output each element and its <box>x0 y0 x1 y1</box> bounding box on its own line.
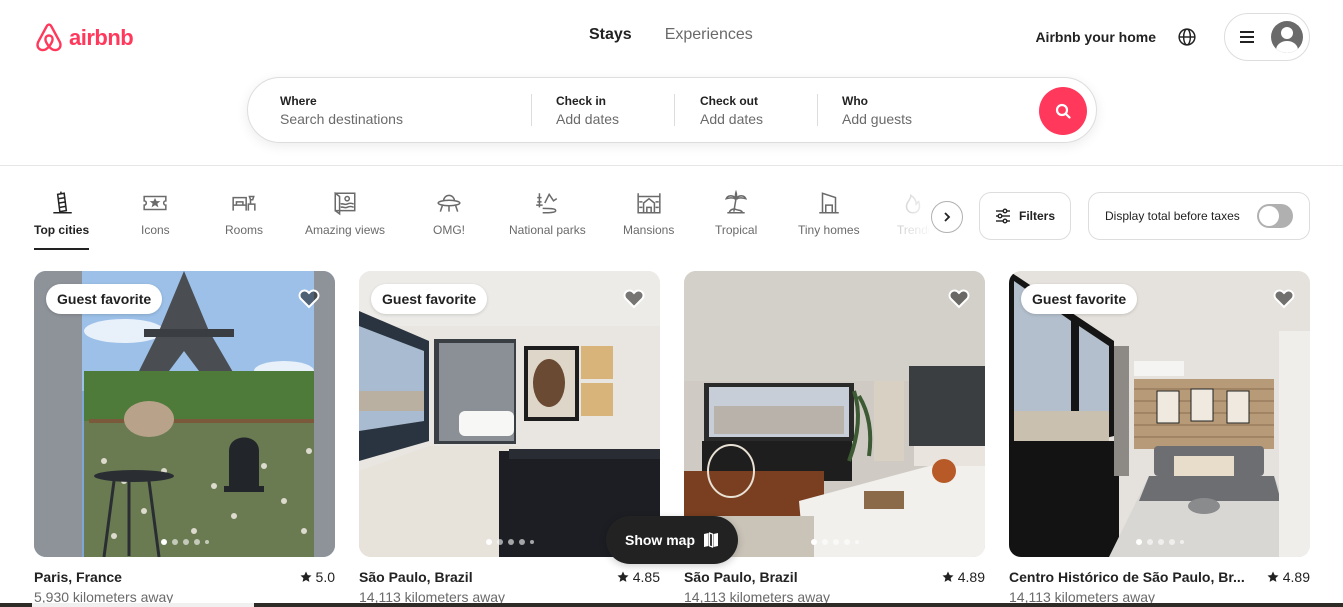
category-icons[interactable]: Icons <box>141 190 170 237</box>
user-menu-button[interactable] <box>1224 13 1310 61</box>
listing-rating: 4.85 <box>617 569 660 585</box>
search-checkout-field[interactable]: Check out Add dates <box>675 78 817 142</box>
next-row-peek <box>0 603 1343 607</box>
category-omg[interactable]: OMG! <box>433 190 465 237</box>
search-where-field[interactable]: Where Search destinations <box>248 78 531 142</box>
checkout-label: Check out <box>700 93 759 108</box>
listing-photo[interactable]: Guest favorite <box>34 271 335 557</box>
category-amazing-views[interactable]: Amazing views <box>305 190 385 237</box>
header-tabs: Stays Experiences <box>589 26 753 44</box>
listing-title: Centro Histórico de São Paulo, Br... <box>1009 569 1245 585</box>
photo-pagination <box>1135 539 1184 545</box>
category-next-button[interactable] <box>931 201 963 233</box>
show-map-label: Show map <box>624 532 695 548</box>
chevron-right-icon <box>944 212 951 222</box>
category-tiny-homes[interactable]: Tiny homes <box>798 190 860 237</box>
heart-icon[interactable] <box>297 286 321 310</box>
ticket-star-icon <box>143 195 167 211</box>
map-icon <box>704 532 718 548</box>
taxes-toggle[interactable] <box>1257 204 1293 228</box>
filters-label: Filters <box>1018 209 1055 223</box>
category-label: OMG! <box>433 223 465 237</box>
category-label: National parks <box>509 223 586 237</box>
category-label: Mansions <box>623 223 675 237</box>
filters-button[interactable]: Filters <box>979 192 1071 240</box>
mansion-icon <box>637 193 661 214</box>
hamburger-menu-icon <box>1240 31 1254 43</box>
category-fade <box>895 190 935 250</box>
guest-favorite-badge: Guest favorite <box>46 284 163 314</box>
category-label: Icons <box>141 223 170 237</box>
listing-photo[interactable]: Guest favorite <box>1009 271 1310 557</box>
palm-tree-icon <box>725 190 748 214</box>
guest-favorite-badge: Guest favorite <box>1021 284 1138 314</box>
leaning-tower-icon <box>52 191 72 214</box>
airbnb-logo[interactable]: airbnb <box>33 22 134 54</box>
heart-icon[interactable] <box>622 286 646 310</box>
show-map-button[interactable]: Show map <box>606 516 738 564</box>
star-icon <box>1267 571 1279 582</box>
star-icon <box>617 571 629 582</box>
listing-card[interactable]: Guest favorite Paris, France 5.0 5,930 k… <box>34 271 335 605</box>
checkin-label: Check in <box>556 93 607 108</box>
checkin-input[interactable]: Add dates <box>556 111 674 127</box>
category-rooms[interactable]: Rooms <box>225 190 263 237</box>
user-avatar-icon <box>1271 21 1303 53</box>
listing-image-sao-paulo-bedroom <box>684 271 985 557</box>
category-national-parks[interactable]: National parks <box>509 190 586 237</box>
listing-title: São Paulo, Brazil <box>359 569 473 585</box>
listing-title: Paris, France <box>34 569 122 585</box>
star-icon <box>942 571 954 582</box>
category-label: Tiny homes <box>798 223 860 237</box>
brand-name: airbnb <box>69 25 134 50</box>
heart-icon[interactable] <box>1272 286 1296 310</box>
right-nav: Airbnb your home <box>1035 13 1310 61</box>
rating-value: 4.85 <box>632 569 660 585</box>
category-label: Amazing views <box>305 223 386 237</box>
rating-value: 4.89 <box>1282 569 1310 585</box>
mountain-trees-icon <box>536 192 558 214</box>
checkout-input[interactable]: Add dates <box>700 111 817 127</box>
photo-pagination <box>160 539 209 545</box>
where-label: Where <box>280 93 317 108</box>
category-top-cities[interactable]: Top cities <box>34 190 90 250</box>
airbnb-logo-icon <box>36 23 62 52</box>
tab-stays[interactable]: Stays <box>589 26 632 44</box>
star-icon <box>300 571 312 582</box>
category-label: Rooms <box>225 223 264 237</box>
bed-lamp-icon <box>232 195 256 211</box>
listing-card[interactable]: Guest favorite Centro Histórico de São P… <box>1009 271 1310 605</box>
display-total-toggle-container: Display total before taxes <box>1088 192 1310 240</box>
taxes-label: Display total before taxes <box>1105 209 1240 223</box>
search-checkin-field[interactable]: Check in Add dates <box>532 78 674 142</box>
picture-view-icon <box>334 191 356 216</box>
photo-pagination <box>810 539 859 545</box>
heart-icon[interactable] <box>947 286 971 310</box>
listing-rating: 4.89 <box>1267 569 1310 585</box>
search-bar: Where Search destinations Check in Add d… <box>247 77 1097 143</box>
search-button[interactable] <box>1039 87 1087 135</box>
tiny-home-icon <box>819 192 839 214</box>
sliders-icon <box>995 208 1010 224</box>
photo-pagination <box>485 539 534 545</box>
where-input[interactable]: Search destinations <box>280 111 531 127</box>
category-tropical[interactable]: Tropical <box>715 190 757 237</box>
guest-favorite-badge: Guest favorite <box>371 284 488 314</box>
listing-photo[interactable]: Guest favorite <box>359 271 660 557</box>
category-mansions[interactable]: Mansions <box>623 190 674 237</box>
tab-experiences[interactable]: Experiences <box>665 26 753 44</box>
site-header: airbnb Stays Experiences Airbnb your hom… <box>0 0 1343 166</box>
rating-value: 5.0 <box>315 569 335 585</box>
listing-rating: 4.89 <box>942 569 985 585</box>
globe-icon[interactable] <box>1178 28 1196 46</box>
listing-title: São Paulo, Brazil <box>684 569 798 585</box>
category-label: Tropical <box>715 223 758 237</box>
category-label: Top cities <box>34 223 90 237</box>
listing-photo[interactable] <box>684 271 985 557</box>
ufo-icon <box>437 194 461 212</box>
rating-value: 4.89 <box>957 569 985 585</box>
listing-rating: 5.0 <box>300 569 335 585</box>
airbnb-your-home-link[interactable]: Airbnb your home <box>1035 29 1156 45</box>
search-icon <box>1055 103 1071 119</box>
